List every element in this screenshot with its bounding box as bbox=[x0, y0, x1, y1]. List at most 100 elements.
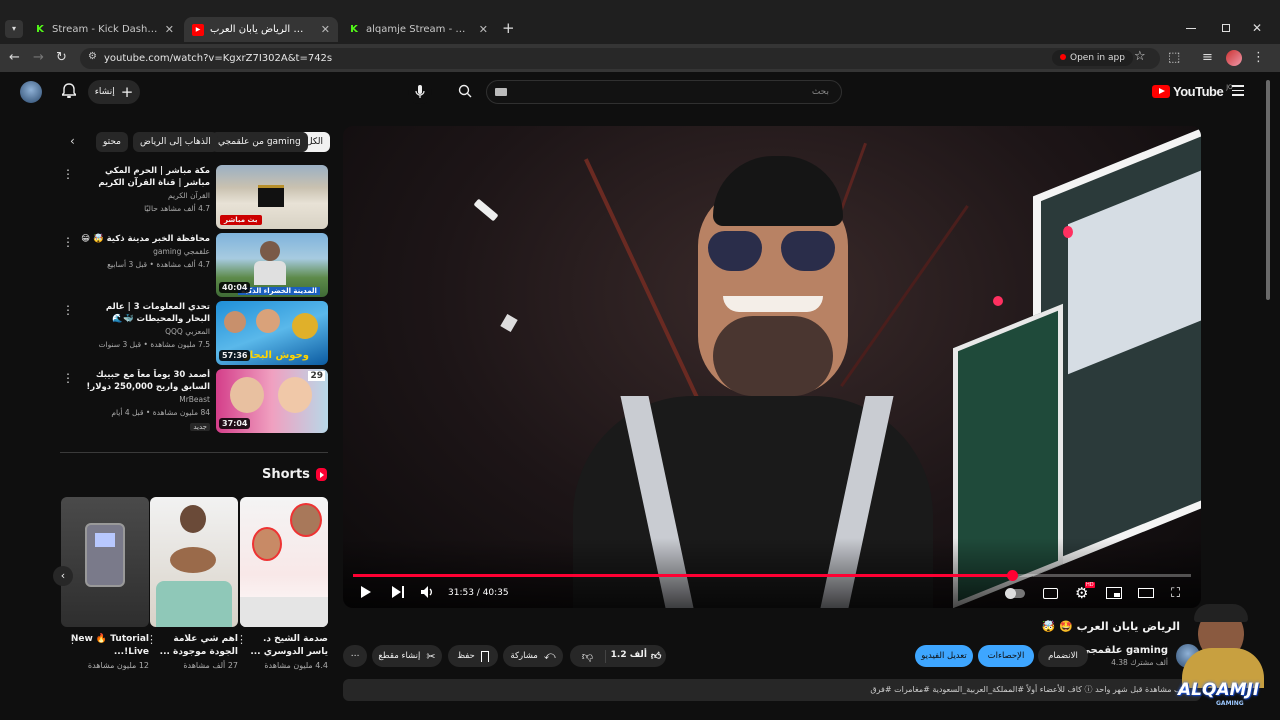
create-button[interactable]: إنشاء + bbox=[88, 80, 140, 104]
channel-avatar[interactable] bbox=[20, 81, 42, 103]
more-options-icon[interactable]: ⋮ bbox=[67, 633, 78, 646]
keyboard-icon[interactable] bbox=[495, 88, 507, 96]
new-badge: جديد bbox=[190, 423, 210, 431]
tab-kick-dashboard[interactable]: K Stream - Kick Dashboard ✕ bbox=[26, 17, 182, 42]
short-title[interactable]: اهم شي علامة الجودة موجودة ... bbox=[150, 633, 238, 659]
short-thumbnail[interactable] bbox=[240, 497, 328, 627]
open-in-app-button[interactable]: Open in app bbox=[1052, 50, 1133, 66]
settings-button[interactable]: ⚙ HD bbox=[1075, 582, 1095, 602]
fullscreen-button[interactable]: ⛶ bbox=[1171, 586, 1180, 601]
play-icon bbox=[361, 586, 371, 598]
join-button[interactable]: الانضمام bbox=[1038, 645, 1088, 667]
save-button[interactable]: حفظ bbox=[448, 645, 498, 667]
chips-back-button[interactable]: ‹ bbox=[70, 134, 75, 148]
maximize-icon[interactable] bbox=[1222, 24, 1230, 32]
video-title: الرياض يابان العرب 🤩 🤯 bbox=[1041, 620, 1180, 633]
video-duration: 37:04 bbox=[219, 418, 251, 429]
shorts-scroll-left-button[interactable]: ‹ bbox=[53, 566, 73, 586]
short-title[interactable]: صدمة الشيخ د. ياسر الدوسري ... bbox=[240, 633, 328, 659]
close-window-icon[interactable]: ✕ bbox=[1252, 21, 1262, 35]
tab-youtube-video[interactable]: ▶ الرياض يابان العرب 🤩 🤯 - YouTube ✕ bbox=[184, 17, 338, 42]
video-title[interactable]: محافظة الخبر مدينة ذكية 🤯 😁 bbox=[80, 233, 210, 245]
recommended-video[interactable]: ⋮ مكة مباشر | الحرم المكي مباشر | قناة ا… bbox=[60, 165, 328, 229]
youtube-logo[interactable]: YouTube JO bbox=[1152, 84, 1233, 99]
stats-button[interactable]: الإحصاءات bbox=[978, 645, 1034, 667]
shorts-logo-icon bbox=[315, 468, 327, 481]
media-controls-icon[interactable]: ≡ bbox=[1202, 50, 1213, 66]
play-button[interactable] bbox=[360, 585, 372, 602]
video-duration: 57:36 bbox=[219, 350, 251, 361]
share-button[interactable]: مشاركة ⤺ bbox=[503, 645, 563, 667]
extensions-icon[interactable]: ⬚ bbox=[1168, 50, 1180, 66]
browser-menu-icon[interactable]: ⋮ bbox=[1252, 50, 1265, 66]
video-thumbnail[interactable]: 29 37:04 bbox=[216, 369, 328, 433]
tab-kick-stream[interactable]: K alqamje Stream - Watch Live o ✕ bbox=[340, 17, 496, 42]
forward-icon[interactable]: → bbox=[33, 50, 44, 66]
chip-content[interactable]: محتو bbox=[96, 132, 128, 152]
channel-name[interactable]: علقمجي gaming bbox=[1080, 645, 1168, 656]
recommended-video[interactable]: ⋮ تحدي المعلومات 3 | عالم البحار والمحيط… bbox=[60, 301, 328, 365]
progress-bar[interactable] bbox=[353, 570, 1191, 581]
like-count: 1.2 ألف bbox=[610, 650, 647, 660]
voice-search-button[interactable] bbox=[408, 80, 432, 104]
site-info-icon[interactable]: ⚙ bbox=[88, 51, 97, 62]
minimize-icon[interactable] bbox=[1186, 28, 1196, 29]
page-scrollbar[interactable] bbox=[1266, 80, 1270, 300]
like-button[interactable]: 1.2 ألف 👍︎ bbox=[606, 650, 666, 662]
recommended-video[interactable]: ⋮ أصمد 30 يوماً معاً مع حبيبك السابق وار… bbox=[60, 369, 328, 433]
edit-video-button[interactable]: تعديل الفيديو bbox=[915, 645, 973, 667]
theater-mode-button[interactable] bbox=[1138, 588, 1154, 598]
video-meta: 4.7 ألف مشاهدة • قبل 3 أسابيع bbox=[107, 260, 210, 269]
dislike-button[interactable]: 👎︎ bbox=[570, 649, 606, 663]
close-tab-icon[interactable]: ✕ bbox=[321, 23, 330, 36]
description-box[interactable]: ألف مشاهدة قبل شهر واحد ⓘ كاف للأعضاء أو… bbox=[343, 679, 1201, 701]
thumbs-up-icon: 👍︎ bbox=[650, 651, 662, 662]
video-thumbnail[interactable]: المدينة الخضراء الذكية 40:04 bbox=[216, 233, 328, 297]
more-options-icon[interactable]: ⋮ bbox=[62, 371, 74, 385]
share-label: مشاركة bbox=[510, 651, 538, 661]
recommended-video[interactable]: ⋮ محافظة الخبر مدينة ذكية 🤯 😁 علقمجي gam… bbox=[60, 233, 328, 297]
tab-search-button[interactable]: ▾ bbox=[5, 20, 23, 38]
profile-avatar[interactable] bbox=[1226, 50, 1242, 66]
video-thumbnail[interactable]: بث مباشر bbox=[216, 165, 328, 229]
search-input[interactable]: بحث bbox=[486, 80, 842, 104]
short-thumbnail[interactable] bbox=[150, 497, 238, 627]
bookmark-star-icon[interactable]: ☆ bbox=[1134, 49, 1146, 64]
more-options-icon[interactable]: ⋮ bbox=[62, 167, 74, 181]
more-options-icon[interactable]: ⋮ bbox=[62, 235, 74, 249]
subtitles-button[interactable] bbox=[1043, 588, 1058, 599]
back-icon[interactable]: ← bbox=[9, 50, 20, 66]
like-dislike-group: 👎︎ 1.2 ألف 👍︎ bbox=[570, 645, 666, 667]
clip-button[interactable]: إنشاء مقطع ✂ bbox=[372, 645, 442, 667]
search-button[interactable] bbox=[458, 84, 472, 101]
guide-menu-icon[interactable] bbox=[1232, 85, 1244, 96]
search-placeholder: بحث bbox=[811, 87, 829, 97]
video-player[interactable] bbox=[343, 126, 1201, 608]
progress-scrubber[interactable] bbox=[1006, 570, 1018, 581]
video-thumbnail[interactable]: وحوش البحار 57:36 bbox=[216, 301, 328, 365]
more-actions-button[interactable]: ⋯ bbox=[343, 645, 367, 667]
video-title[interactable]: أصمد 30 يوماً معاً مع حبيبك السابق واربح… bbox=[80, 369, 210, 393]
reload-icon[interactable]: ↻ bbox=[56, 50, 67, 66]
video-title[interactable]: مكة مباشر | الحرم المكي مباشر | قناة الق… bbox=[80, 165, 210, 189]
close-tab-icon[interactable]: ✕ bbox=[165, 23, 174, 36]
short-thumbnail[interactable] bbox=[61, 497, 149, 627]
chip-from-channel[interactable]: من علقمجي gaming bbox=[211, 132, 308, 152]
autoplay-toggle[interactable] bbox=[1005, 588, 1025, 599]
more-options-icon[interactable]: ⋮ bbox=[62, 303, 74, 317]
channel-name[interactable]: القرآن الكريم bbox=[80, 189, 210, 202]
chip-go-to-riyadh[interactable]: الذهاب إلى الرياض bbox=[133, 132, 218, 152]
channel-name[interactable]: المعزبي QQQ bbox=[80, 325, 210, 338]
kick-favicon-icon: K bbox=[36, 23, 44, 35]
channel-name[interactable]: علقمجي gaming bbox=[80, 245, 210, 258]
new-tab-button[interactable]: + bbox=[502, 19, 515, 37]
close-tab-icon[interactable]: ✕ bbox=[479, 23, 488, 36]
channel-name[interactable]: MrBeast bbox=[80, 393, 210, 406]
notifications-bell-icon[interactable] bbox=[60, 83, 78, 102]
tab-title: الرياض يابان العرب 🤩 🤯 - YouTube bbox=[210, 24, 315, 35]
address-bar[interactable]: ⚙ youtube.com/watch?v=KgxrZ7I302A&t=742s… bbox=[80, 48, 1160, 69]
next-button[interactable] bbox=[391, 586, 405, 601]
miniplayer-button[interactable] bbox=[1106, 587, 1122, 599]
video-title[interactable]: تحدي المعلومات 3 | عالم البحار والمحيطات… bbox=[80, 301, 210, 325]
volume-button[interactable] bbox=[421, 586, 435, 601]
